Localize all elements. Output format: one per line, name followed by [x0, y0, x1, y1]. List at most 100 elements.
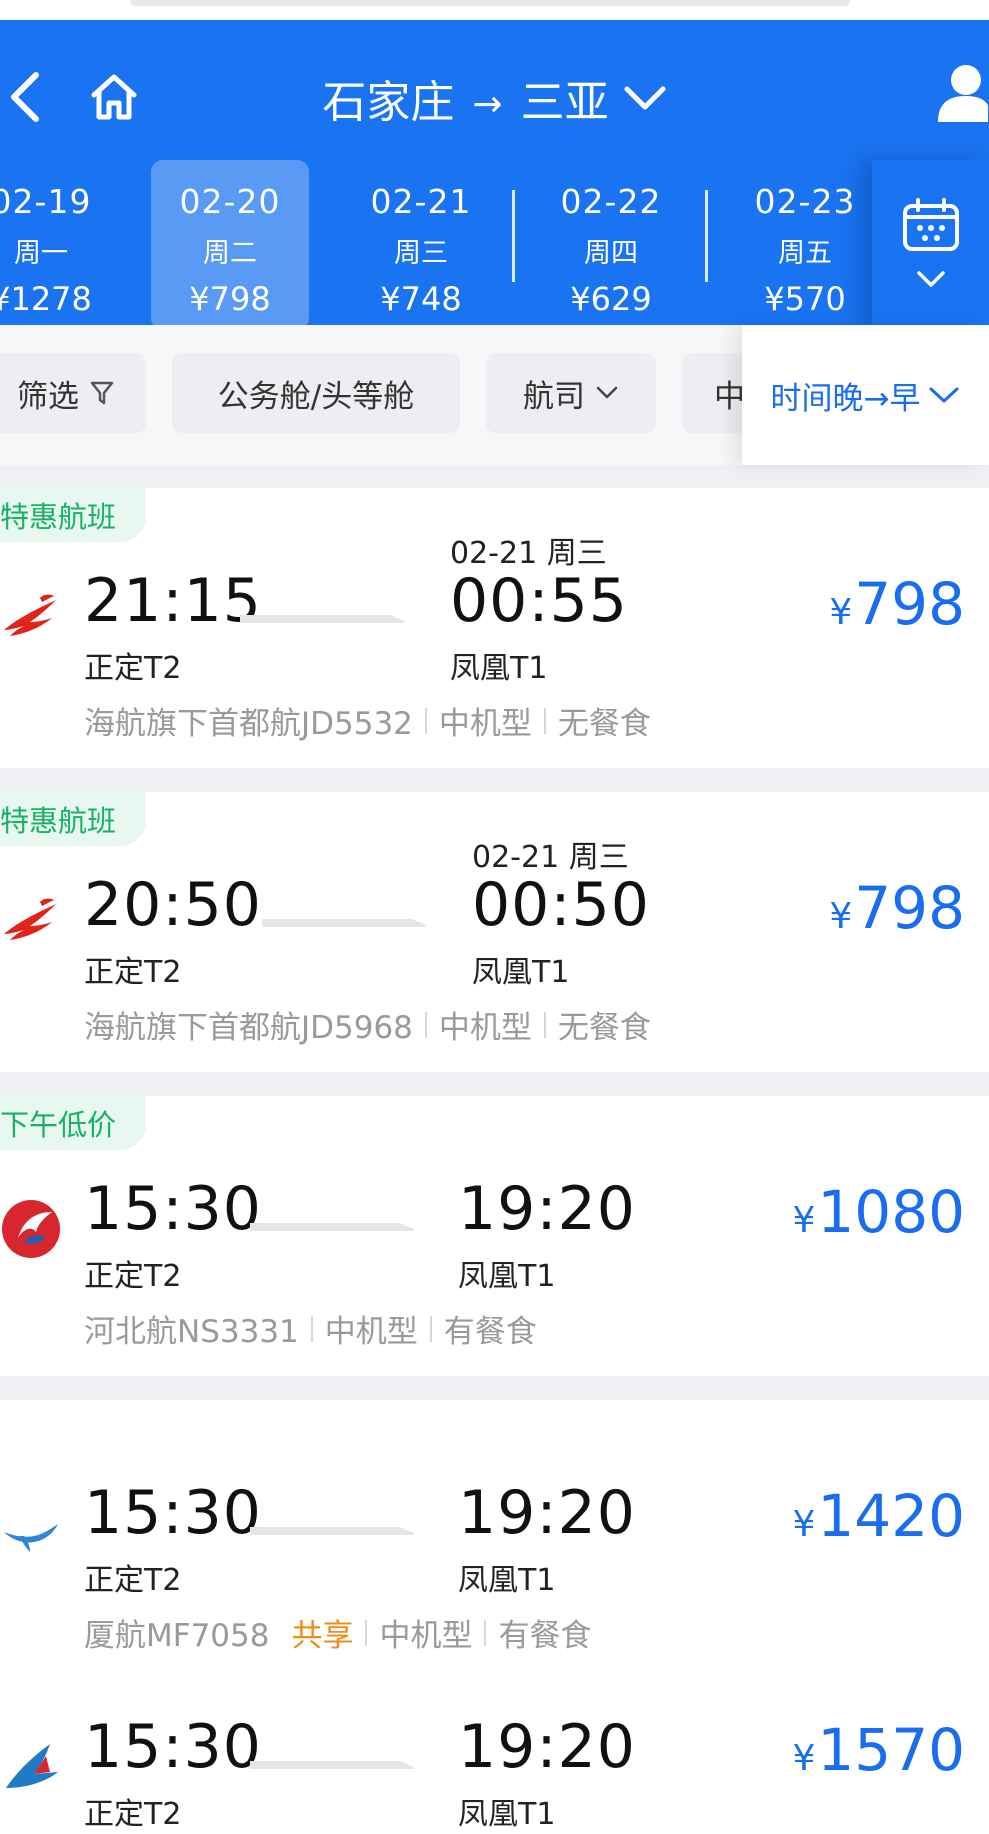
- flight-number: 厦航MF7058: [84, 1618, 270, 1654]
- funnel-icon: [89, 379, 115, 407]
- status-strip: [0, 0, 989, 20]
- sort-label: 时间晚→早: [770, 380, 921, 417]
- xiamen-airlines-logo-icon: [0, 1502, 62, 1564]
- flight-card[interactable]: 特惠航班 20:50 正定T2 02-21 周三 00:50 凤凰T1 ¥798…: [0, 792, 989, 1072]
- hainan-airlines-logo-icon: [0, 894, 62, 956]
- meta-divider: [424, 1011, 427, 1038]
- airline-filter-label: 航司: [523, 378, 585, 415]
- flight-card[interactable]: 特惠航班 21:15 正定T2 02-21 周三 00:55 凤凰T1 ¥798…: [0, 488, 989, 768]
- meal-info: 有餐食: [498, 1618, 592, 1654]
- tab-price: ¥629: [570, 280, 652, 318]
- sort-button[interactable]: 时间晚→早: [742, 325, 989, 465]
- meta-divider: [365, 1619, 368, 1646]
- arrival-time: 19:20: [458, 1478, 636, 1548]
- flight-number: 海航旗下首都航JD5968: [84, 1010, 413, 1046]
- flight-price: ¥798: [829, 570, 965, 638]
- tab-date: 02-19: [0, 182, 92, 221]
- arrival-time: 00:55: [450, 566, 628, 636]
- meta-divider: [484, 1619, 487, 1646]
- china-southern-logo-icon: [0, 1736, 62, 1798]
- tab-weekday: 周四: [584, 238, 638, 269]
- aircraft-size: 中机型: [379, 1618, 473, 1654]
- destination-city: 三亚: [520, 77, 609, 128]
- header-bar: 石家庄 → 三亚 02-19 周一 ¥1278 02-20 周二 ¥798 02…: [0, 20, 989, 330]
- expand-chevron-icon: [916, 270, 946, 292]
- meta-divider: [424, 707, 427, 734]
- arrival-terminal: 凤凰T1: [450, 651, 548, 686]
- flight-price: ¥1080: [792, 1178, 965, 1246]
- flight-price: ¥1570: [792, 1716, 965, 1784]
- date-tab-0219[interactable]: 02-19 周一 ¥1278: [0, 160, 120, 330]
- arrival-time: 00:50: [472, 870, 650, 940]
- arrival-terminal: 凤凰T1: [458, 1259, 556, 1294]
- price-value: 1420: [817, 1482, 965, 1550]
- chevron-down-icon: [928, 385, 960, 405]
- aircraft-size: 中机型: [438, 706, 532, 742]
- user-icon[interactable]: [930, 50, 989, 134]
- cabin-filter-button[interactable]: 公务舱/头等舱: [172, 353, 460, 433]
- deal-badge: 特惠航班: [0, 488, 147, 542]
- date-tab-0222[interactable]: 02-22 周四 ¥629: [532, 160, 690, 330]
- departure-terminal: 正定T2: [84, 955, 182, 990]
- price-value: 798: [854, 570, 965, 638]
- price-value: 798: [854, 874, 965, 942]
- aircraft-size: 中机型: [438, 1010, 532, 1046]
- flight-price: ¥1420: [792, 1482, 965, 1550]
- meta-divider: [429, 1315, 432, 1342]
- meal-info: 有餐食: [443, 1314, 537, 1350]
- flight-number: 海航旗下首都航JD5532: [84, 706, 413, 742]
- departure-terminal: 正定T2: [84, 1259, 182, 1294]
- departure-terminal: 正定T2: [84, 1563, 182, 1598]
- tab-price: ¥748: [380, 280, 462, 318]
- flight-meta: 厦航MF7058 共享 中机型 有餐食: [84, 1610, 591, 1655]
- tab-divider: [705, 190, 708, 282]
- status-pill: [130, 0, 850, 6]
- flight-arrow-line: [250, 1223, 414, 1231]
- meal-info: 无餐食: [557, 706, 651, 742]
- flight-arrow-line: [240, 615, 404, 623]
- tab-weekday: 周五: [778, 238, 832, 269]
- date-tab-0223[interactable]: 02-23 周五 ¥570: [726, 160, 884, 330]
- date-tab-0220[interactable]: 02-20 周二 ¥798: [151, 160, 309, 330]
- aircraft-size: 中机型: [324, 1314, 418, 1350]
- flight-arrow-line: [250, 1527, 414, 1535]
- tab-date: 02-21: [370, 182, 472, 221]
- flight-card[interactable]: 15:30 正定T2 19:20 凤凰T1 ¥1570: [0, 1668, 989, 1834]
- arrival-time: 19:20: [458, 1712, 636, 1782]
- date-tab-0221[interactable]: 02-21 周三 ¥748: [342, 160, 500, 330]
- currency-symbol: ¥: [829, 896, 853, 937]
- hebei-airlines-logo-icon: [0, 1198, 62, 1260]
- codeshare-tag: 共享: [291, 1618, 354, 1654]
- flight-arrow-line: [262, 919, 426, 927]
- departure-time: 15:30: [84, 1174, 262, 1244]
- filter-button[interactable]: 筛选: [0, 353, 146, 433]
- chevron-down-icon[interactable]: [623, 84, 667, 112]
- departure-terminal: 正定T2: [84, 651, 182, 686]
- meal-info: 无餐食: [557, 1010, 651, 1046]
- airline-filter-button[interactable]: 航司: [486, 353, 656, 433]
- flight-meta: 海航旗下首都航JD5532 中机型 无餐食: [84, 698, 651, 743]
- route-arrow: →: [472, 83, 503, 125]
- more-filter-label: 中: [714, 378, 745, 415]
- tab-divider: [512, 190, 515, 282]
- arrival-terminal: 凤凰T1: [458, 1797, 556, 1832]
- flight-price: ¥798: [829, 874, 965, 942]
- departure-time: 20:50: [84, 870, 262, 940]
- meta-divider: [543, 707, 546, 734]
- route-title[interactable]: 石家庄 → 三亚: [0, 48, 989, 148]
- price-value: 1570: [817, 1716, 965, 1784]
- currency-symbol: ¥: [792, 1200, 816, 1241]
- filter-label: 筛选: [17, 378, 79, 415]
- departure-time: 15:30: [84, 1712, 262, 1782]
- tab-price: ¥570: [764, 280, 846, 318]
- flight-card[interactable]: 下午低价 15:30 正定T2 19:20 凤凰T1 ¥1080 河北航NS33…: [0, 1096, 989, 1376]
- hainan-airlines-logo-icon: [0, 590, 62, 652]
- flight-meta: 河北航NS3331 中机型 有餐食: [84, 1306, 537, 1351]
- arrival-terminal: 凤凰T1: [472, 955, 570, 990]
- calendar-button[interactable]: [872, 160, 989, 330]
- price-value: 1080: [817, 1178, 965, 1246]
- meta-divider: [543, 1011, 546, 1038]
- departure-terminal: 正定T2: [84, 1797, 182, 1832]
- flight-card[interactable]: 15:30 正定T2 19:20 凤凰T1 ¥1420 厦航MF7058 共享 …: [0, 1400, 989, 1680]
- deal-badge: 特惠航班: [0, 792, 147, 846]
